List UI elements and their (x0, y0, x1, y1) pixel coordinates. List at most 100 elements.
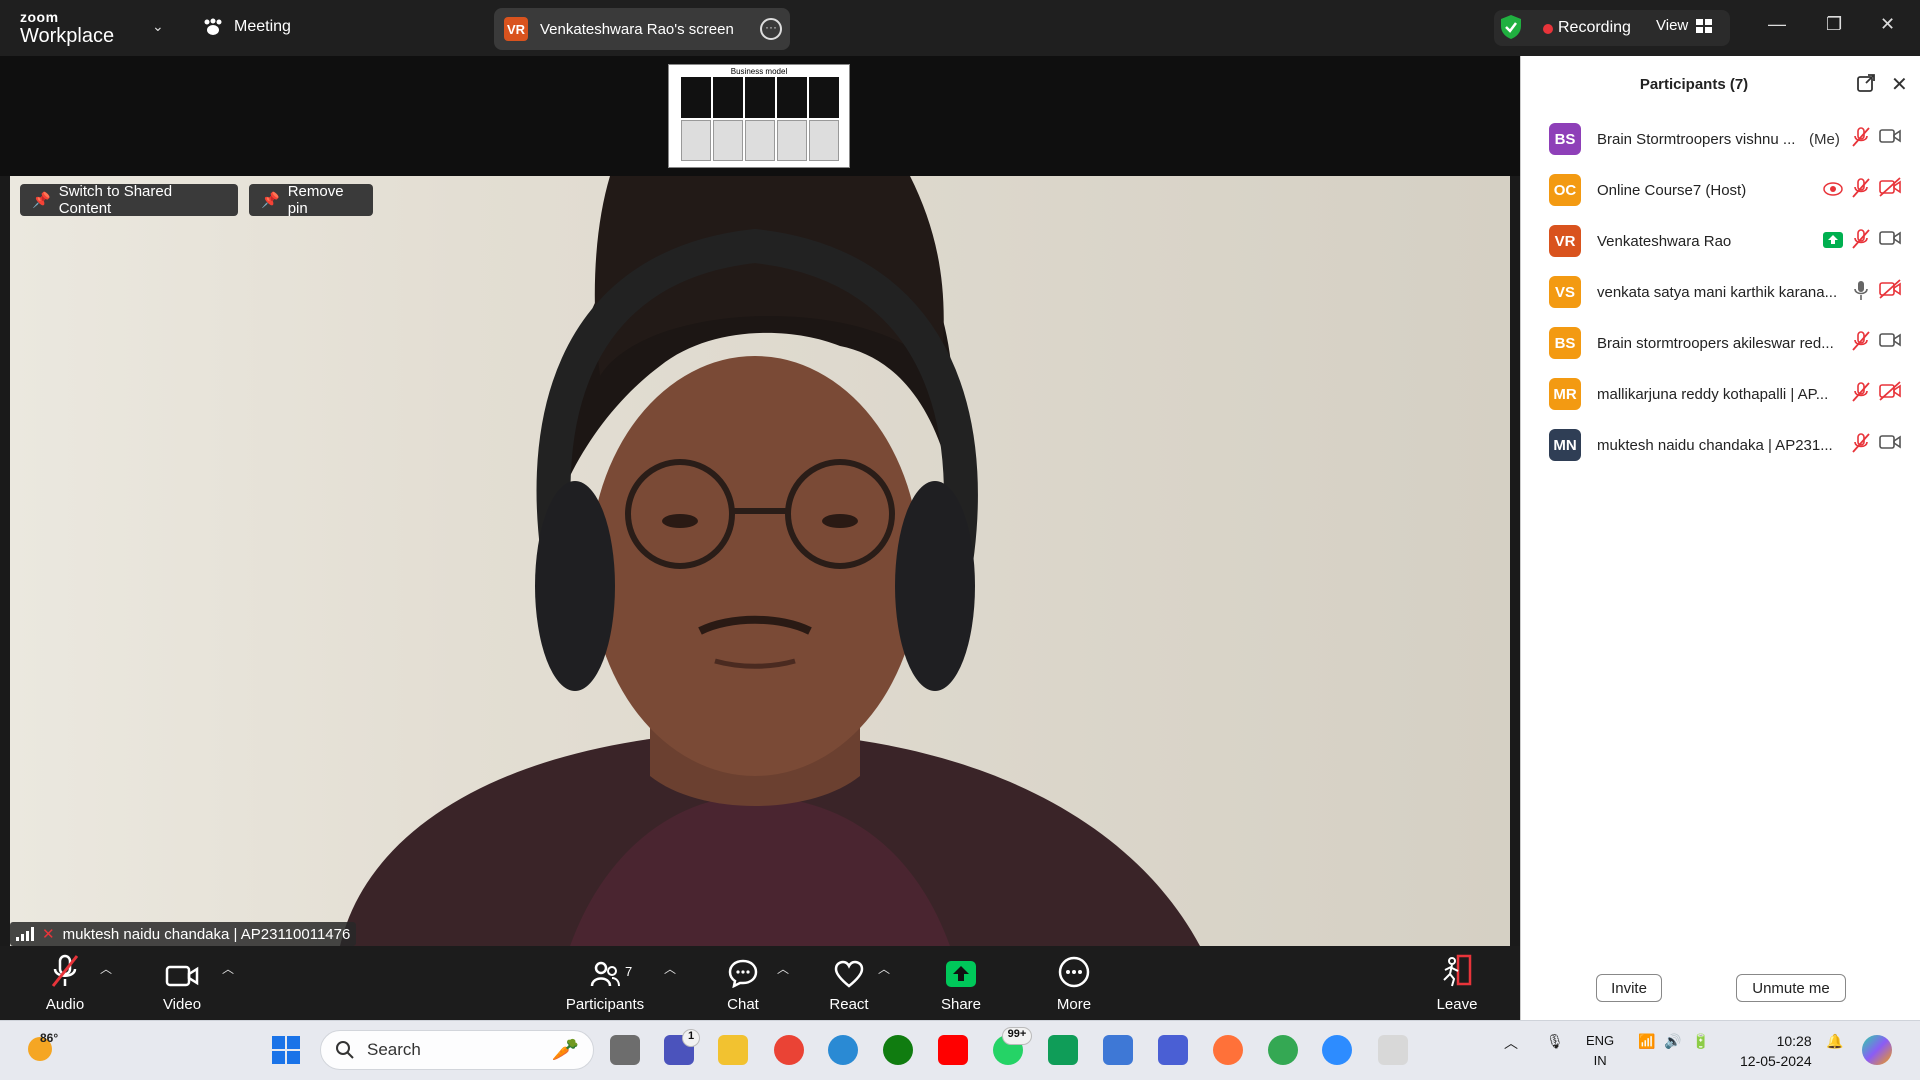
video-button[interactable]: Video (157, 946, 207, 1020)
participants-button[interactable]: Participants (562, 946, 648, 1020)
edge-icon[interactable] (828, 1035, 858, 1065)
participant-row[interactable]: VR Venkateshwara Rao (1521, 214, 1920, 265)
show-hidden-icons-icon[interactable]: ︿ (1504, 1033, 1518, 1053)
temperature: 86° (40, 1031, 59, 1045)
participant-row[interactable]: VS venkata satya mani karthik karana... (1521, 265, 1920, 316)
wifi-icon[interactable]: 📶 (1638, 1033, 1655, 1050)
leave-label: Leave (1436, 996, 1478, 1013)
copilot-icon[interactable] (1862, 1035, 1892, 1065)
muted-mic-icon[interactable] (1851, 381, 1871, 403)
chrome-icon[interactable] (774, 1035, 804, 1065)
system-clock[interactable]: 10:28 12-05-2024 (1740, 1031, 1812, 1071)
camera-icon[interactable] (1879, 128, 1901, 144)
microphone-icon[interactable] (1851, 279, 1871, 301)
app-icon[interactable] (1158, 1035, 1188, 1065)
participants-options-caret-icon[interactable]: ︿ (664, 960, 676, 977)
participant-row[interactable]: MR mallikarjuna reddy kothapalli | AP... (1521, 367, 1920, 418)
restore-icon[interactable]: ❐ (1826, 14, 1842, 35)
pop-out-icon[interactable] (1857, 74, 1875, 92)
muted-mic-icon[interactable] (1851, 432, 1871, 454)
video-options-caret-icon[interactable]: ︿ (222, 960, 234, 977)
notification-bell-icon[interactable]: 🔔 (1826, 1033, 1843, 1050)
remove-pin-button[interactable]: 📌 Remove pin (249, 183, 373, 217)
invite-button[interactable]: Invite (1596, 974, 1662, 1002)
whatsapp-badge: 99+ (1002, 1027, 1032, 1045)
camera-icon[interactable] (1879, 434, 1901, 450)
participant-row[interactable]: BS Brain Stormtroopers vishnu ... (Me) (1521, 112, 1920, 163)
chrome-profile-icon[interactable] (1268, 1035, 1298, 1065)
signal-strength-icon (16, 927, 34, 941)
participant-name: mallikarjuna reddy kothapalli | AP... (1597, 386, 1829, 403)
video-camera-icon (165, 965, 199, 987)
minimize-icon[interactable]: — (1768, 14, 1786, 35)
volume-icon[interactable]: 🔊 (1664, 1033, 1681, 1050)
camera-icon[interactable] (1879, 230, 1901, 246)
thumbnail-title: Business model (730, 67, 788, 76)
snipping-tool-icon[interactable] (1378, 1035, 1408, 1065)
participant-name: Online Course7 (Host) (1597, 182, 1747, 199)
pin-icon: 📌 (261, 192, 280, 209)
shared-screen-pill[interactable]: VR Venkateshwara Rao's screen ··· (494, 8, 790, 50)
muted-mic-icon[interactable] (1851, 330, 1871, 352)
firefox-icon[interactable] (1213, 1035, 1243, 1065)
muted-mic-icon[interactable] (1851, 228, 1871, 250)
shared-content-thumbnail[interactable]: Business model (668, 64, 850, 168)
windows-start-icon[interactable] (271, 1035, 301, 1065)
audio-button[interactable]: Audio (40, 946, 90, 1020)
camera-off-icon[interactable] (1879, 279, 1901, 299)
share-screen-icon (946, 961, 976, 987)
camera-off-icon[interactable] (1879, 381, 1901, 401)
encryption-shield-icon[interactable] (1500, 14, 1522, 40)
task-view-icon[interactable] (610, 1035, 640, 1065)
participants-count: 7 (625, 964, 633, 979)
leave-door-icon (1443, 954, 1472, 987)
camera-icon[interactable] (1879, 332, 1901, 348)
sharer-avatar: VR (504, 17, 528, 41)
zoom-workplace-logo[interactable]: zoom Workplace (20, 10, 114, 46)
participant-name: Brain Stormtroopers vishnu ... (1597, 131, 1796, 148)
unmute-me-button[interactable]: Unmute me (1736, 974, 1846, 1002)
chat-label: Chat (727, 996, 759, 1013)
close-icon[interactable]: ✕ (1880, 14, 1895, 35)
audio-options-caret-icon[interactable]: ︿ (100, 960, 112, 977)
view-button[interactable]: View (1656, 17, 1713, 34)
recording-label[interactable]: Recording (1558, 19, 1631, 37)
participant-row[interactable]: BS Brain stormtroopers akileswar red... (1521, 316, 1920, 367)
react-options-caret-icon[interactable]: ︿ (878, 960, 890, 977)
share-label: Share (940, 996, 982, 1013)
close-panel-icon[interactable]: ✕ (1891, 72, 1908, 97)
more-options-icon[interactable]: ··· (760, 18, 782, 40)
paw-icon (204, 18, 222, 35)
participants-panel-title: Participants (7) (1639, 76, 1749, 93)
muted-microphone-icon (51, 954, 79, 987)
file-explorer-icon[interactable] (718, 1035, 748, 1065)
more-button[interactable]: More (1049, 946, 1099, 1020)
participant-row[interactable]: MN muktesh naidu chandaka | AP231... (1521, 418, 1920, 469)
meeting-menu[interactable]: Meeting (202, 18, 291, 36)
battery-icon[interactable]: 🔋 (1692, 1033, 1709, 1050)
participant-video-image (340, 176, 1200, 946)
participant-row[interactable]: OC Online Course7 (Host) (1521, 163, 1920, 214)
xbox-icon[interactable] (883, 1035, 913, 1065)
leave-button[interactable]: Leave (1432, 946, 1482, 1020)
clock-time: 10:28 (1776, 1033, 1812, 1049)
muted-mic-icon[interactable] (1851, 177, 1871, 199)
muted-mic-icon[interactable] (1851, 126, 1871, 148)
chevron-down-icon[interactable]: ⌄ (152, 18, 164, 35)
chat-bubble-icon (728, 959, 758, 988)
share-button[interactable]: Share (936, 946, 986, 1020)
recording-status-icon (1823, 182, 1843, 196)
react-button[interactable]: React (824, 946, 874, 1020)
microsoft-store-icon[interactable] (1103, 1035, 1133, 1065)
google-classroom-icon[interactable] (1048, 1035, 1078, 1065)
chat-options-caret-icon[interactable]: ︿ (777, 960, 789, 977)
language-indicator[interactable]: ENG IN (1586, 1031, 1614, 1071)
zoom-taskbar-icon[interactable] (1322, 1035, 1352, 1065)
microphone-tray-icon[interactable]: 🎙 (1546, 1033, 1564, 1050)
youtube-icon[interactable] (938, 1035, 968, 1065)
taskbar-search-box[interactable]: Search 🥕 (320, 1030, 594, 1070)
camera-off-icon[interactable] (1879, 177, 1901, 197)
switch-to-shared-content-button[interactable]: 📌 Switch to Shared Content (20, 183, 238, 217)
pinned-video[interactable] (10, 176, 1510, 946)
chat-button[interactable]: Chat (718, 946, 768, 1020)
